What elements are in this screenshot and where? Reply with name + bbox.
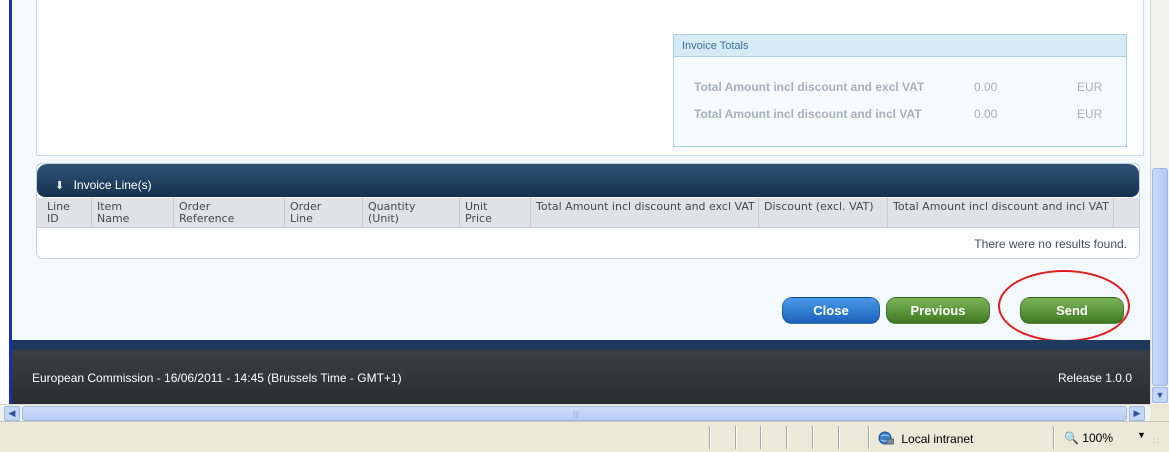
invoice-lines-header[interactable]: ⬇ Invoice Line(s) <box>37 164 1139 197</box>
column-header-order-line[interactable]: Order Line <box>290 201 338 225</box>
horizontal-scroll-thumb[interactable]: ||| <box>22 406 1127 421</box>
status-separator <box>812 426 814 449</box>
status-separator <box>1053 426 1055 449</box>
zoom-dropdown-arrow-icon[interactable]: ▼ <box>1137 430 1146 440</box>
invoice-totals-panel: Invoice Totals Total Amount incl discoun… <box>673 34 1127 147</box>
column-separator <box>1113 198 1114 228</box>
collapse-arrow-icon[interactable]: ⬇ <box>55 180 64 192</box>
column-header-total-excl-vat[interactable]: Total Amount incl discount and excl VAT <box>536 201 758 213</box>
column-header-unit-price[interactable]: Unit Price <box>465 201 511 225</box>
page-content: Invoice Totals Total Amount incl discoun… <box>12 0 1150 350</box>
status-separator <box>838 426 840 449</box>
scroll-right-arrow-icon[interactable]: ▶ <box>1129 406 1145 421</box>
footer-info-text: European Commission - 16/06/2011 - 14:45… <box>32 371 402 385</box>
security-zone-indicator[interactable]: Local intranet <box>878 431 973 446</box>
zoom-control[interactable]: 🔍 100% <box>1064 431 1113 445</box>
totals-row-incl-vat: Total Amount incl discount and incl VAT … <box>694 107 1102 121</box>
page-footer: European Commission - 16/06/2011 - 14:45… <box>12 350 1150 404</box>
invoice-lines-table-header: Line ID Item Name Order Reference Order … <box>37 198 1139 228</box>
status-separator <box>868 426 870 449</box>
release-version: Release 1.0.0 <box>1057 371 1132 385</box>
previous-button[interactable]: Previous <box>886 297 990 324</box>
scroll-down-arrow-icon[interactable]: ▼ <box>1152 387 1168 403</box>
totals-currency: EUR <box>1077 107 1103 121</box>
vertical-scrollbar[interactable]: ▼ <box>1150 0 1169 404</box>
resize-grip-icon[interactable]: ∷ <box>1153 436 1159 447</box>
column-separator <box>530 198 531 228</box>
column-header-total-incl-vat[interactable]: Total Amount incl discount and incl VAT <box>893 201 1113 213</box>
totals-currency: EUR <box>1077 80 1103 94</box>
column-header-quantity[interactable]: Quantity (Unit) <box>368 201 444 225</box>
zoom-level: 100% <box>1082 431 1113 445</box>
close-button[interactable]: Close <box>782 297 880 324</box>
totals-row-excl-vat: Total Amount incl discount and excl VAT … <box>694 80 1102 94</box>
scroll-left-arrow-icon[interactable]: ◀ <box>4 406 20 421</box>
invoice-lines-title: Invoice Line(s) <box>73 178 152 192</box>
column-header-discount[interactable]: Discount (excl. VAT) <box>764 201 884 213</box>
column-separator <box>459 198 460 228</box>
column-separator <box>284 198 285 228</box>
scrollbar-corner <box>1150 404 1169 421</box>
status-separator <box>786 426 788 449</box>
column-header-order-reference[interactable]: Order Reference <box>179 201 257 225</box>
column-separator <box>362 198 363 228</box>
column-separator <box>173 198 174 228</box>
totals-value: 0.00 <box>974 80 998 94</box>
invoice-summary-area: Invoice Totals Total Amount incl discoun… <box>36 0 1144 156</box>
column-header-item-name[interactable]: Item Name <box>97 201 157 225</box>
browser-window: Invoice Totals Total Amount incl discoun… <box>0 0 1169 452</box>
browser-status-bar: Local intranet 🔍 100% ▼ ∷ <box>0 421 1169 452</box>
send-highlight-annotation <box>998 270 1130 342</box>
totals-value: 0.00 <box>974 107 998 121</box>
status-separator <box>760 426 762 449</box>
intranet-globe-icon <box>878 431 894 445</box>
column-separator <box>758 198 759 228</box>
zone-label: Local intranet <box>901 432 974 446</box>
footer-divider <box>12 340 1150 350</box>
window-left-border <box>0 0 12 404</box>
column-header-line-id[interactable]: Line ID <box>47 201 85 225</box>
scroll-grip-icon: ||| <box>573 410 580 419</box>
vertical-scroll-thumb[interactable] <box>1152 168 1168 386</box>
invoice-totals-title: Invoice Totals <box>674 35 1126 57</box>
status-separator <box>709 426 711 449</box>
status-separator <box>735 426 737 449</box>
no-results-message: There were no results found. <box>974 237 1127 251</box>
totals-label: Total Amount incl discount and incl VAT <box>694 107 922 121</box>
horizontal-scrollbar[interactable]: ◀ ||| ▶ <box>0 404 1150 421</box>
column-separator <box>887 198 888 228</box>
invoice-lines-panel: ⬇ Invoice Line(s) Line ID Item Name Orde… <box>36 163 1140 259</box>
totals-label: Total Amount incl discount and excl VAT <box>694 80 925 94</box>
column-separator <box>91 198 92 228</box>
zoom-magnifier-icon: 🔍 <box>1064 431 1079 445</box>
